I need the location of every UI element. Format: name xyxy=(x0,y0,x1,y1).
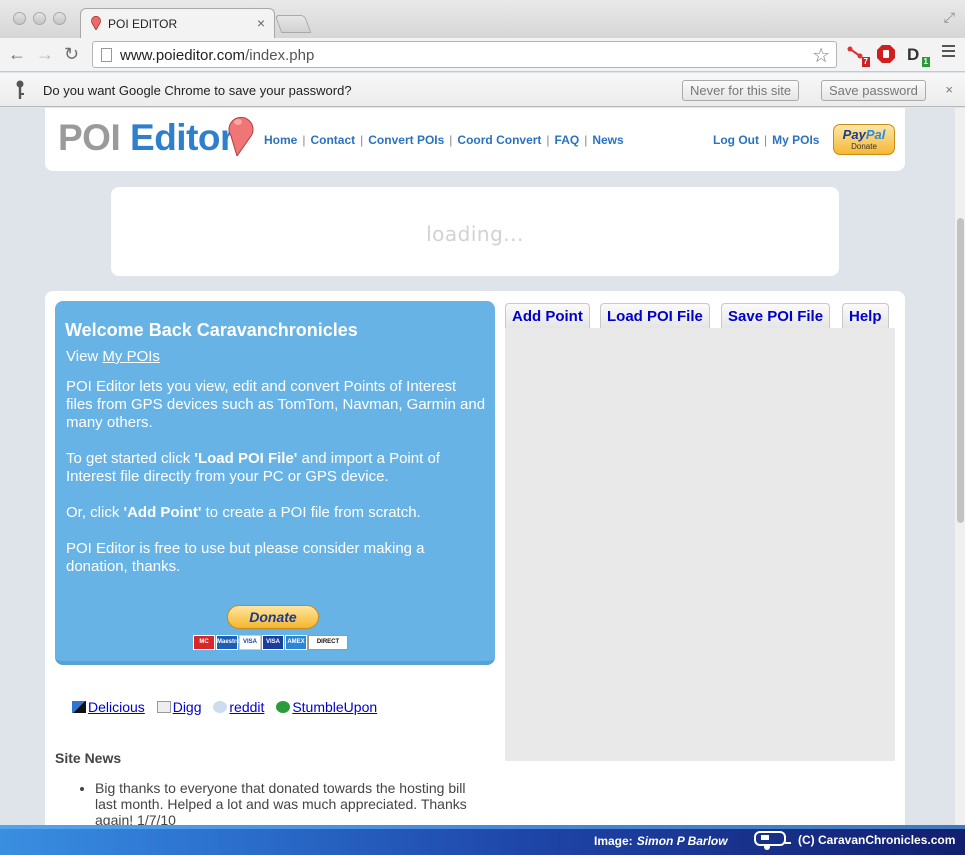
editor-tab-panel xyxy=(505,328,895,761)
address-bar[interactable]: www.poieditor.com/index.php ☆ xyxy=(92,41,837,68)
view-my-pois: View My POIs xyxy=(66,348,160,365)
direct-debit-icon: DIRECT xyxy=(308,635,348,650)
infobar-close-icon[interactable]: × xyxy=(945,82,953,97)
donation-paragraph: POI Editor is free to use but please con… xyxy=(66,540,425,575)
nav-convert-pois[interactable]: Convert POIs xyxy=(368,133,444,147)
main-content: Welcome Back Caravanchronicles View My P… xyxy=(45,291,905,825)
main-nav: Home | Contact | Convert POIs | Coord Convert |… xyxy=(264,133,624,147)
amex-icon: AMEX xyxy=(285,635,307,650)
site-news-title: Site News xyxy=(55,750,122,766)
page-scrollbar[interactable] xyxy=(955,108,965,825)
maximize-window-button[interactable] xyxy=(53,12,66,25)
tab-help[interactable]: Help xyxy=(842,303,889,328)
mastercard-icon: MC xyxy=(193,635,215,650)
nav-faq[interactable]: FAQ xyxy=(555,133,580,147)
page-viewport: POI Editor Home | Contact | Convert POIs | Coo… xyxy=(0,108,965,825)
fullscreen-icon[interactable]: ⤢ xyxy=(944,9,955,26)
pin-favicon-icon xyxy=(91,16,101,30)
footer-bar: Image: Simon P Barlow (C) CaravanChronicl… xyxy=(0,825,965,855)
back-arrow-icon[interactable]: ← xyxy=(8,44,26,64)
reddit-link[interactable]: reddit xyxy=(229,699,264,715)
maestro-icon: Maestro xyxy=(216,635,240,650)
account-nav: Log Out | My POIs xyxy=(713,133,820,147)
adblock-stop-icon[interactable] xyxy=(876,44,896,64)
digg-link[interactable]: Digg xyxy=(173,699,202,715)
log-out-link[interactable]: Log Out xyxy=(713,133,759,147)
social-bookmarks: Delicious Digg reddit StumbleUpon xyxy=(72,699,385,715)
copyright-text: (C) CaravanChronicles.com xyxy=(798,833,956,847)
site-header: POI Editor Home | Contact | Convert POIs | Coo… xyxy=(45,108,905,171)
save-password-button[interactable]: Save password xyxy=(821,80,926,101)
footer-stripe xyxy=(0,825,965,829)
welcome-panel: Welcome Back Caravanchronicles View My P… xyxy=(55,301,495,665)
tab-load-poi-file[interactable]: Load POI File xyxy=(600,303,710,328)
image-credit: Image: Simon P Barlow xyxy=(594,834,728,848)
loading-text: loading... xyxy=(426,222,524,246)
ad-banner: loading... xyxy=(111,187,839,276)
bookmark-star-icon[interactable]: ☆ xyxy=(812,43,830,68)
reload-icon[interactable]: ↻ xyxy=(64,44,79,64)
view-my-pois-link[interactable]: My POIs xyxy=(102,348,160,365)
extension-badge: 7 xyxy=(861,57,870,67)
nav-contact[interactable]: Contact xyxy=(310,133,355,147)
browser-tab[interactable]: POI EDITOR × xyxy=(80,8,275,38)
paypal-donate-button[interactable]: PayPal Donate xyxy=(833,124,895,155)
my-pois-link[interactable]: My POIs xyxy=(772,133,819,147)
visa-electron-icon: VISA xyxy=(262,635,284,650)
minimize-window-button[interactable] xyxy=(33,12,46,25)
caravan-icon xyxy=(754,831,791,850)
key-icon xyxy=(16,80,24,99)
browser-toolbar: ← → ↻ www.poieditor.com/index.php ☆ 7 D … xyxy=(0,38,965,72)
editor-tabs: Add Point Load POI File Save POI File He… xyxy=(505,303,895,328)
never-for-this-site-button[interactable]: Never for this site xyxy=(682,80,800,101)
site-news-list: Big thanks to everyone that donated towa… xyxy=(95,780,485,825)
delicious-link[interactable]: Delicious xyxy=(88,699,145,715)
get-started-paragraph: To get started click 'Load POI File' and… xyxy=(66,450,440,485)
extension-badge: 1 xyxy=(921,57,930,67)
infobar-message: Do you want Google Chrome to save your p… xyxy=(43,83,352,98)
page-icon xyxy=(101,48,112,62)
save-password-infobar: Do you want Google Chrome to save your p… xyxy=(0,73,965,107)
new-tab-button[interactable] xyxy=(274,15,312,33)
reddit-icon xyxy=(213,701,228,713)
news-item: Big thanks to everyone that donated towa… xyxy=(95,780,485,825)
welcome-title: Welcome Back Caravanchronicles xyxy=(65,320,358,340)
menu-icon[interactable] xyxy=(942,45,955,60)
add-point-paragraph: Or, click 'Add Point' to create a POI fi… xyxy=(66,504,421,521)
visa-icon: VISA xyxy=(239,635,261,650)
donate-button[interactable]: Donate xyxy=(227,605,319,629)
extension-d-icon[interactable]: D 1 xyxy=(906,44,930,67)
intro-paragraph: POI Editor lets you view, edit and conve… xyxy=(66,378,486,431)
nav-home[interactable]: Home xyxy=(264,133,297,147)
nav-coord-convert[interactable]: Coord Convert xyxy=(457,133,541,147)
scrollbar-thumb[interactable] xyxy=(957,218,964,523)
delicious-icon xyxy=(72,701,86,713)
tab-save-poi-file[interactable]: Save POI File xyxy=(721,303,831,328)
svg-text:D: D xyxy=(907,45,919,64)
map-pin-icon xyxy=(228,116,254,156)
stumbleupon-icon xyxy=(276,701,291,713)
digg-icon xyxy=(156,701,171,713)
site-logo[interactable]: POI Editor xyxy=(58,117,234,159)
tab-close-icon[interactable]: × xyxy=(257,15,265,31)
stumbleupon-link[interactable]: StumbleUpon xyxy=(292,699,377,715)
extension-share-icon[interactable]: 7 xyxy=(846,44,870,67)
forward-arrow-icon[interactable]: → xyxy=(36,44,54,64)
payment-cards: MC Maestro VISA VISA AMEX DIRECT xyxy=(193,635,349,651)
close-window-button[interactable] xyxy=(13,12,26,25)
tab-title: POI EDITOR xyxy=(108,17,178,31)
tab-add-point[interactable]: Add Point xyxy=(505,303,590,328)
browser-tab-strip: POI EDITOR × ⤢ xyxy=(0,0,965,38)
nav-news[interactable]: News xyxy=(592,133,623,147)
url-text: www.poieditor.com/index.php xyxy=(120,47,315,64)
